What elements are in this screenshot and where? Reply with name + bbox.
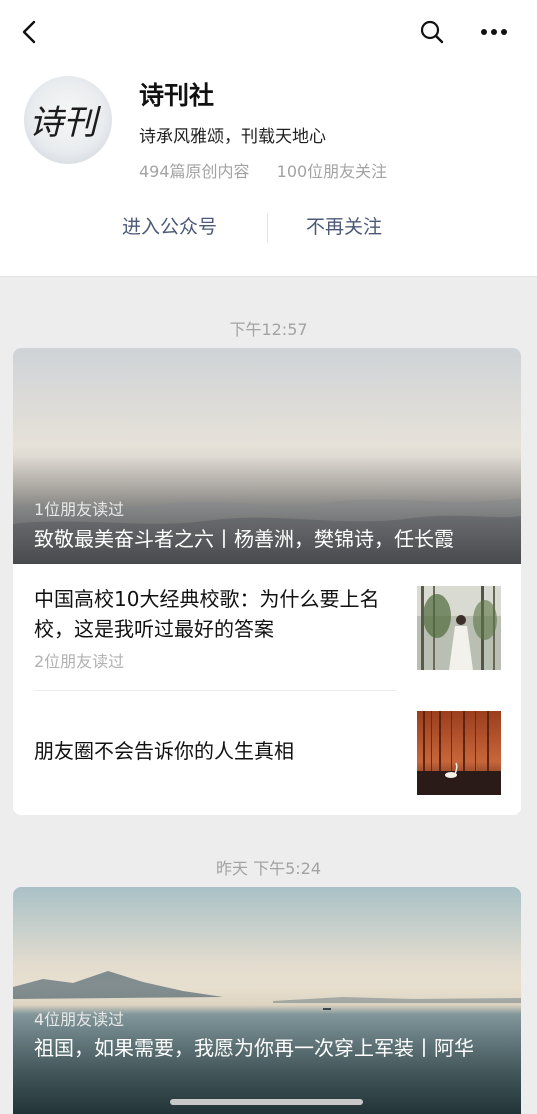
- top-nav-bar: [0, 0, 537, 62]
- friends-following: 100位朋友关注: [276, 162, 388, 181]
- unfollow-button[interactable]: 不再关注: [306, 212, 382, 239]
- article-thumbnail: [417, 586, 501, 670]
- more-button[interactable]: [474, 12, 514, 52]
- avatar[interactable]: 诗刊: [24, 76, 112, 164]
- thumbnail-swan-in-reeds: [417, 711, 501, 795]
- article-title: 中国高校10大经典校歌：为什么要上名校，这是我听过最好的答案: [34, 587, 380, 641]
- profile-actions: 进入公众号 不再关注: [0, 208, 537, 248]
- article-list-item[interactable]: 朋友圈不会告诉你的人生真相: [13, 691, 521, 815]
- article-title: 朋友圈不会告诉你的人生真相: [34, 739, 294, 763]
- message-timestamp: 下午12:57: [229, 320, 308, 339]
- article-thumbnail: [417, 711, 501, 795]
- home-indicator[interactable]: [170, 1099, 363, 1105]
- account-description: 诗承风雅颂，刊载天地心: [139, 127, 326, 147]
- cover-read-count: 4位朋友读过: [34, 1010, 125, 1029]
- logo-calligraphy-icon: 诗刊: [29, 103, 102, 143]
- search-icon: [420, 20, 444, 44]
- chevron-left-icon: [22, 20, 36, 44]
- original-count: 494篇原创内容: [139, 162, 250, 181]
- search-button[interactable]: [412, 12, 452, 52]
- cover-read-count: 1位朋友读过: [34, 500, 125, 519]
- message-timestamp: 昨天 下午5:24: [215, 859, 322, 878]
- cover-image-sea-and-mountains: [13, 887, 521, 1114]
- ellipsis-icon: [481, 29, 507, 35]
- thumbnail-woman-in-forest: [417, 586, 501, 670]
- svg-text:诗刊: 诗刊: [29, 103, 102, 143]
- account-stats: 494篇原创内容 100位朋友关注: [139, 158, 387, 182]
- enter-account-button[interactable]: 进入公众号: [122, 212, 217, 239]
- article-cover[interactable]: 4位朋友读过 祖国，如果需要，我愿为你再一次穿上军装丨阿华: [13, 887, 521, 1114]
- account-name: 诗刊社: [139, 81, 215, 110]
- article-cover[interactable]: 1位朋友读过 致敬最美奋斗者之六丨杨善洲，樊锦诗，任长霞: [13, 348, 521, 564]
- article-read-count: 2位朋友读过: [34, 652, 125, 671]
- cover-article-title: 致敬最美奋斗者之六丨杨善洲，樊锦诗，任长霞: [34, 527, 454, 551]
- cover-article-title: 祖国，如果需要，我愿为你再一次穿上军装丨阿华: [34, 1036, 474, 1060]
- action-divider: [267, 214, 268, 242]
- article-group-card: 4位朋友读过 祖国，如果需要，我愿为你再一次穿上军装丨阿华: [13, 887, 521, 1114]
- back-button[interactable]: [10, 12, 50, 52]
- account-profile: 诗刊 诗刊社 诗承风雅颂，刊载天地心 494篇原创内容 100位朋友关注 进入公…: [0, 62, 537, 277]
- article-list-item[interactable]: 中国高校10大经典校歌：为什么要上名校，这是我听过最好的答案 2位朋友读过: [13, 564, 521, 690]
- article-group-card: 1位朋友读过 致敬最美奋斗者之六丨杨善洲，樊锦诗，任长霞 中国高校10大经典校歌…: [13, 348, 521, 815]
